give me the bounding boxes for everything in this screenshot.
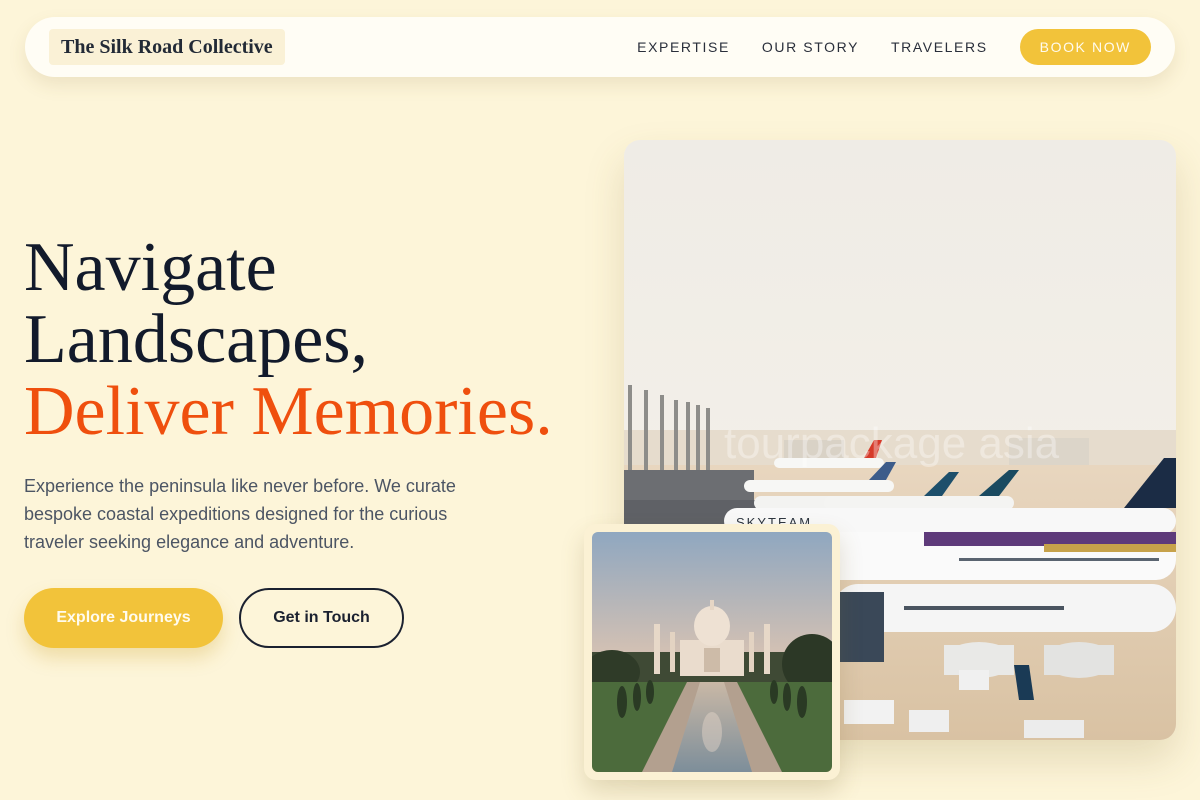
hero-title: Navigate Landscapes, Deliver Memories. bbox=[24, 232, 553, 448]
taj-mahal-card bbox=[584, 524, 840, 780]
book-now-button[interactable]: BOOK NOW bbox=[1019, 29, 1151, 65]
taj-mahal-illustration bbox=[592, 532, 832, 772]
photo-watermark: tourpackage asia bbox=[724, 419, 1060, 468]
hero-title-line-2: Landscapes, bbox=[24, 301, 369, 378]
hero-title-accent: Deliver Memories. bbox=[24, 373, 553, 450]
nav-link-our-story[interactable]: OUR STORY bbox=[762, 39, 859, 55]
brand-logo[interactable]: The Silk Road Collective bbox=[49, 29, 285, 65]
hero-title-line-1: Navigate bbox=[24, 229, 277, 306]
nav-link-expertise[interactable]: EXPERTISE bbox=[637, 39, 730, 55]
top-navbar: The Silk Road Collective EXPERTISE OUR S… bbox=[25, 17, 1175, 77]
hero-subtitle: Experience the peninsula like never befo… bbox=[24, 476, 456, 552]
taj-mahal-photo bbox=[592, 532, 832, 772]
nav-links: EXPERTISE OUR STORY TRAVELERS BOOK NOW bbox=[637, 29, 1151, 65]
get-in-touch-button[interactable]: Get in Touch bbox=[239, 588, 404, 648]
explore-journeys-button[interactable]: Explore Journeys bbox=[24, 588, 223, 648]
nav-link-travelers[interactable]: TRAVELERS bbox=[891, 39, 988, 55]
